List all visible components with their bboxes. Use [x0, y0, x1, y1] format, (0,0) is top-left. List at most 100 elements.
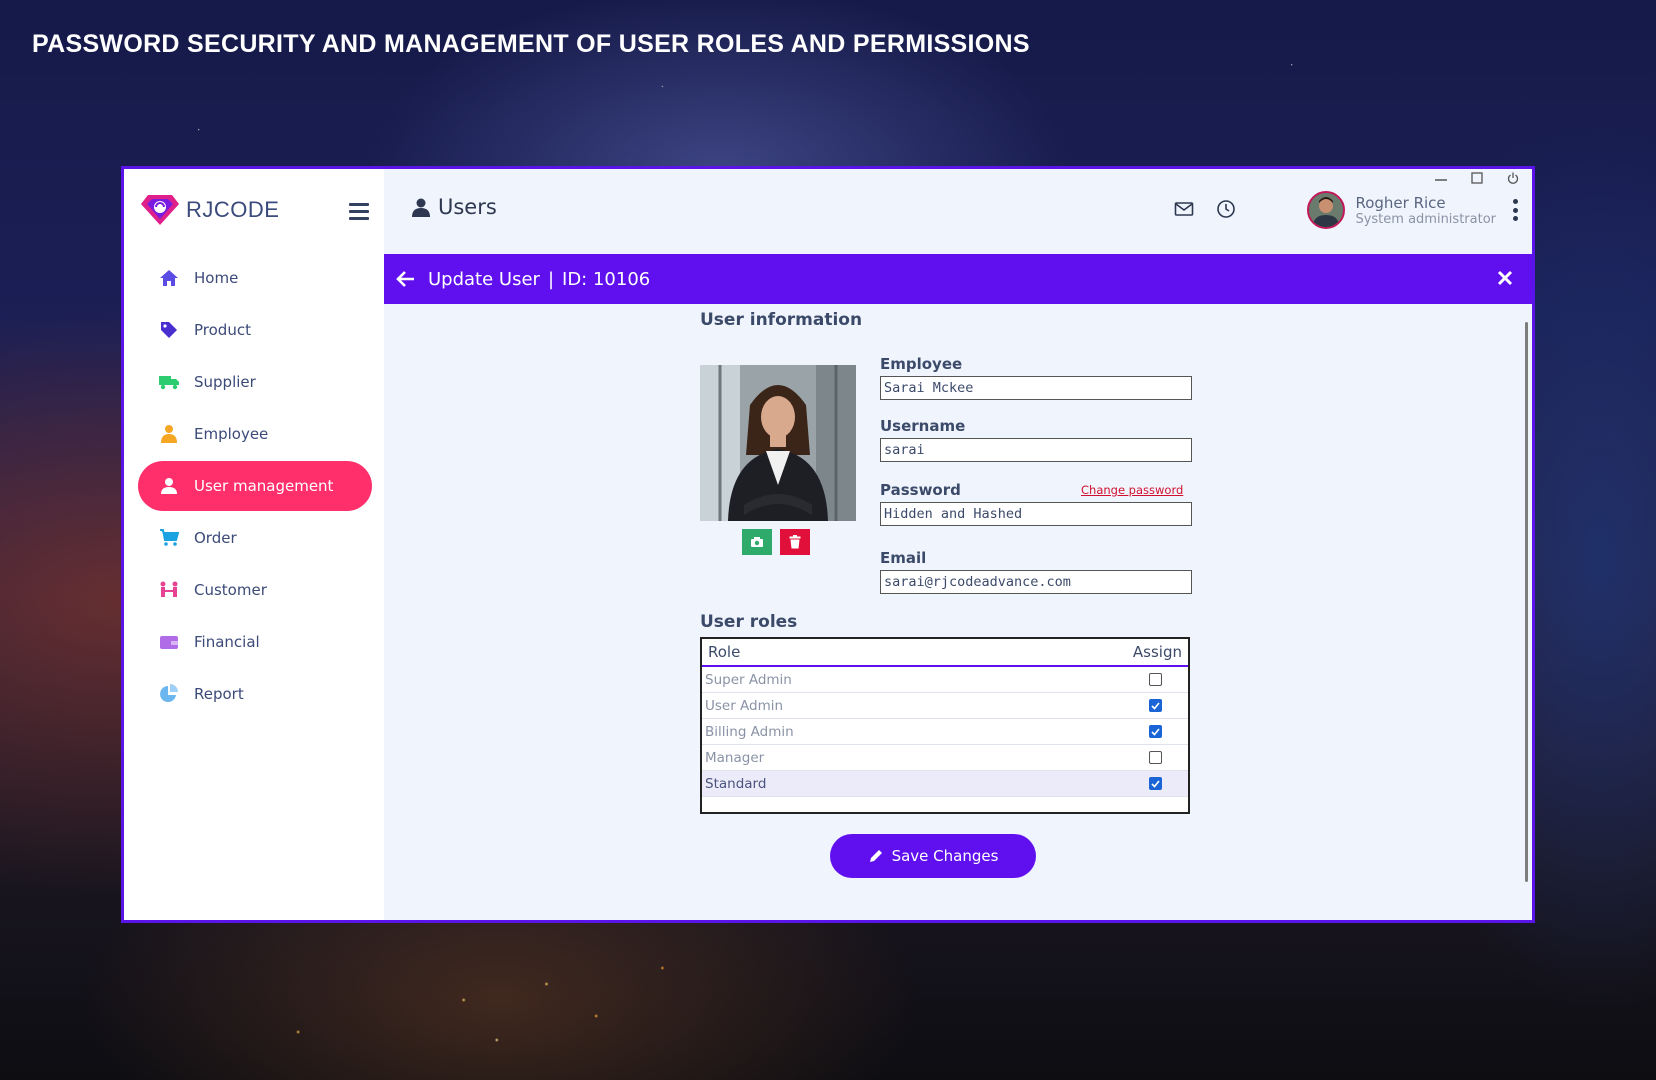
sidebar-item-label: Product — [194, 321, 251, 339]
clock-icon[interactable] — [1216, 199, 1236, 219]
close-icon[interactable] — [1496, 269, 1514, 287]
save-button-label: Save Changes — [891, 847, 999, 865]
top-bar: Users Rogher Rice System administrator — [384, 169, 1532, 254]
diamond-logo-icon — [141, 195, 179, 225]
wallet-icon — [158, 631, 180, 653]
employee-label: Employee — [880, 355, 963, 373]
user-name: Rogher Rice — [1355, 193, 1446, 212]
tag-icon — [158, 319, 180, 341]
pencil-icon — [869, 850, 882, 862]
sidebar-item-product[interactable]: Product — [138, 305, 372, 355]
avatar — [1307, 191, 1346, 229]
power-icon[interactable] — [1506, 171, 1520, 185]
roles-table-header: Role Assign — [702, 639, 1188, 667]
sidebar-item-label: User management — [194, 477, 334, 495]
table-row[interactable]: Super Admin — [702, 667, 1188, 693]
user-role: System administrator — [1355, 211, 1496, 227]
column-header-assign: Assign — [1132, 643, 1182, 661]
table-row[interactable]: Billing Admin — [702, 719, 1188, 745]
role-checkbox[interactable] — [1149, 751, 1162, 764]
page-title: Users — [412, 195, 497, 219]
pie-chart-icon — [158, 683, 180, 705]
email-label: Email — [880, 549, 927, 567]
form-content: User information Employee U — [384, 304, 1532, 920]
form-banner: Update User | ID: 10106 — [384, 254, 1532, 304]
sidebar-item-label: Financial — [194, 633, 260, 651]
sidebar-nav: Home Product Supplier Employee User mana… — [138, 253, 372, 721]
column-header-role: Role — [708, 643, 741, 661]
user-icon — [412, 198, 430, 217]
vertical-scrollbar[interactable] — [1525, 322, 1528, 882]
password-label: Password — [880, 481, 961, 499]
role-checkbox[interactable] — [1149, 699, 1162, 712]
sidebar-item-supplier[interactable]: Supplier — [138, 357, 372, 407]
change-password-link[interactable]: Change password — [1081, 483, 1183, 497]
username-label: Username — [880, 417, 966, 435]
header-actions — [1174, 199, 1236, 219]
table-row[interactable]: Manager — [702, 745, 1188, 771]
window-controls — [1434, 171, 1520, 185]
user-icon — [158, 475, 180, 497]
sidebar-item-label: Customer — [194, 581, 267, 599]
table-row[interactable]: Standard — [702, 771, 1188, 797]
user-information-title: User information — [700, 310, 863, 330]
sidebar-item-user-management[interactable]: User management — [138, 461, 372, 511]
user-profile[interactable]: Rogher Rice System administrator — [1307, 191, 1518, 229]
employee-field[interactable] — [880, 376, 1192, 400]
banner-title: Update User — [428, 268, 540, 290]
role-checkbox[interactable] — [1149, 673, 1162, 686]
banner-id: ID: 10106 — [562, 268, 651, 290]
role-name: Standard — [705, 775, 767, 792]
background-city-lights — [0, 920, 1656, 1080]
home-icon — [158, 267, 180, 289]
hamburger-menu-icon[interactable] — [349, 203, 369, 221]
mail-icon[interactable] — [1174, 199, 1194, 219]
sidebar-item-label: Report — [194, 685, 244, 703]
sidebar-item-home[interactable]: Home — [138, 253, 372, 303]
sidebar-item-employee[interactable]: Employee — [138, 409, 372, 459]
cart-icon — [158, 527, 180, 549]
role-name: Manager — [705, 749, 765, 766]
checkmark-icon — [1151, 701, 1160, 710]
upload-photo-button[interactable] — [742, 529, 772, 555]
employee-icon — [158, 423, 180, 445]
save-changes-button[interactable]: Save Changes — [830, 834, 1036, 878]
username-field[interactable] — [880, 438, 1192, 462]
brand-name: RJCODE — [186, 197, 280, 222]
roles-table: Role Assign Super Admin User Admin Billi… — [700, 637, 1190, 814]
user-roles-title: User roles — [700, 612, 798, 632]
checkmark-icon — [1151, 779, 1160, 788]
camera-icon — [751, 537, 763, 547]
checkmark-icon — [1151, 727, 1160, 736]
customers-icon — [158, 579, 180, 601]
sidebar-item-label: Order — [194, 529, 237, 547]
sidebar: RJCODE Home Product Supplier Employee Us… — [124, 169, 384, 920]
page-headline: PASSWORD SECURITY AND MANAGEMENT OF USER… — [32, 30, 1030, 58]
role-name: Super Admin — [705, 671, 792, 688]
email-field[interactable] — [880, 570, 1192, 594]
sidebar-item-customer[interactable]: Customer — [138, 565, 372, 615]
role-checkbox[interactable] — [1149, 725, 1162, 738]
banner-separator: | — [547, 268, 555, 290]
page-title-text: Users — [438, 195, 497, 219]
back-arrow-icon[interactable] — [396, 269, 416, 289]
sidebar-item-label: Supplier — [194, 373, 256, 391]
sidebar-item-financial[interactable]: Financial — [138, 617, 372, 667]
delete-photo-button[interactable] — [780, 529, 810, 555]
sidebar-item-label: Employee — [194, 425, 269, 443]
role-checkbox[interactable] — [1149, 777, 1162, 790]
role-name: User Admin — [705, 697, 784, 714]
more-options-icon[interactable] — [1512, 199, 1518, 221]
table-row[interactable]: User Admin — [702, 693, 1188, 719]
sidebar-item-label: Home — [194, 269, 239, 287]
user-photo — [700, 365, 856, 521]
password-field[interactable] — [880, 502, 1192, 526]
maximize-icon[interactable] — [1470, 171, 1484, 185]
minimize-icon[interactable] — [1434, 171, 1448, 185]
app-window: RJCODE Home Product Supplier Employee Us… — [121, 166, 1535, 923]
truck-icon — [158, 371, 180, 393]
sidebar-item-order[interactable]: Order — [138, 513, 372, 563]
brand: RJCODE — [140, 193, 279, 227]
role-name: Billing Admin — [705, 723, 794, 740]
sidebar-item-report[interactable]: Report — [138, 669, 372, 719]
